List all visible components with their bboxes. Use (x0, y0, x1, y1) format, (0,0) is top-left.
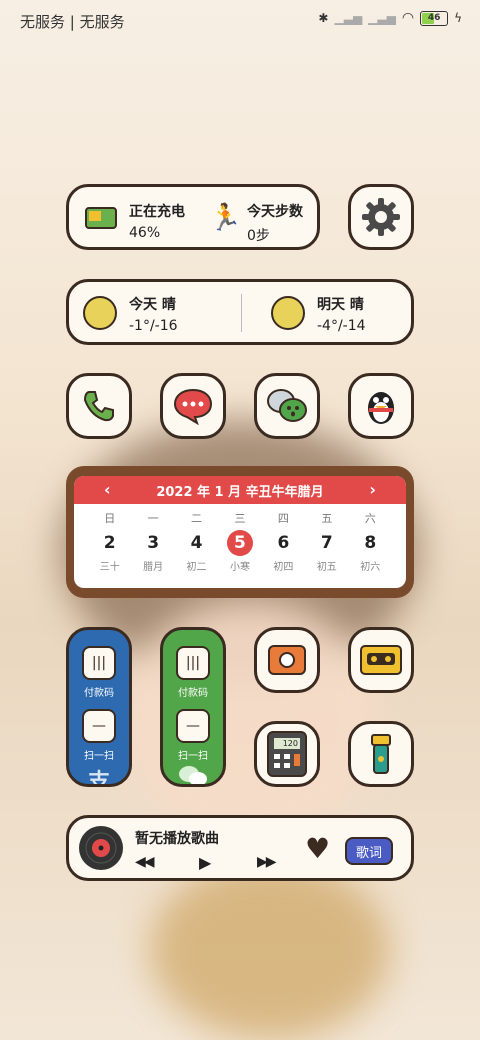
wechat-logo-icon (179, 766, 207, 784)
calendar-header: ‹ 2022 年 1 月 辛丑牛年腊月 › (74, 476, 406, 504)
wifi-icon: ◠ (401, 10, 415, 26)
phone-app[interactable] (66, 373, 132, 439)
calendar-day[interactable]: 四 6 初四 (265, 510, 301, 573)
alipay-pay-label: 付款码 (84, 688, 114, 699)
gear-icon (362, 198, 400, 236)
carrier-text: 无服务 | 无服务 (20, 13, 125, 31)
steps-value: 0步 (247, 228, 270, 244)
weather-today-label: 今天 晴 (129, 297, 176, 313)
steps-title: 今天步数 (247, 204, 303, 220)
cassette-app[interactable] (348, 627, 414, 693)
calendar-day[interactable]: 一 3 腊月 (135, 510, 171, 573)
status-bar: 无服务 | 无服务 ✱ ▁▃▅ ▁▃▅ ◠ 46 ϟ (0, 0, 480, 42)
signal-icon-2: ▁▃▅ (368, 11, 396, 25)
alipay-logo-icon: 支 (87, 770, 110, 787)
flashlight-app[interactable] (348, 721, 414, 787)
wechat-scan-label: 扫一扫 (178, 751, 208, 762)
bg-face (120, 600, 380, 840)
previous-track-icon[interactable]: ◀◀ (135, 854, 154, 870)
calendar-day[interactable]: 六 8 初六 (352, 510, 388, 573)
lyrics-button[interactable]: 歌词 (345, 837, 393, 865)
next-track-icon[interactable]: ▶▶ (257, 854, 276, 870)
wechat-icon (267, 389, 307, 422)
calendar-day[interactable]: 日 2 三十 (92, 510, 128, 573)
heart-icon[interactable]: ♥ (305, 832, 330, 865)
wechat-pay-widget[interactable]: ||| 付款码 — 扫一扫 (160, 627, 226, 787)
phone-icon (83, 391, 114, 422)
divider (241, 294, 242, 332)
play-icon[interactable]: ▶ (199, 853, 211, 872)
cassette-icon (360, 645, 402, 675)
weather-widget[interactable]: 今天 晴 -1°/-16 明天 晴 -4°/-14 (66, 279, 414, 345)
bluetooth-icon: ✱ (318, 11, 329, 25)
scan-icon[interactable]: — (82, 709, 116, 743)
qq-app[interactable] (348, 373, 414, 439)
alipay-scan-label: 扫一扫 (84, 751, 114, 762)
wallet-app[interactable] (254, 627, 320, 693)
weather-tomorrow-temp: -4°/-14 (317, 318, 366, 334)
settings-button[interactable] (348, 184, 414, 250)
wallet-icon (268, 645, 306, 675)
battery-icon: 46 (420, 10, 449, 26)
calendar-widget[interactable]: ‹ 2022 年 1 月 辛丑牛年腊月 › 日 2 三十 一 3 腊月 二 4 初二 三5小… (66, 466, 414, 598)
charge-steps-widget[interactable]: 正在充电 46% 🏃 今天步数 0步 (66, 184, 320, 250)
flashlight-icon (371, 734, 391, 774)
penguin-icon (368, 392, 394, 424)
scan-icon[interactable]: — (176, 709, 210, 743)
message-bubble-icon (173, 388, 213, 426)
wechat-app[interactable] (254, 373, 320, 439)
bg-clothes (150, 860, 390, 1040)
next-month-button[interactable]: › (369, 480, 376, 499)
charge-title: 正在充电 (129, 204, 185, 220)
charge-value: 46% (129, 225, 161, 241)
barcode-icon[interactable]: ||| (82, 646, 116, 680)
vinyl-record-icon (79, 826, 123, 870)
charging-icon: ϟ (454, 11, 462, 25)
calendar-day[interactable]: 五 7 初五 (309, 510, 345, 573)
signal-icon: ▁▃▅ (334, 11, 363, 25)
battery-charging-icon (85, 207, 117, 229)
song-title: 暂无播放歌曲 (135, 831, 219, 847)
sun-icon (271, 296, 305, 330)
calendar-day[interactable]: 二 4 初二 (179, 510, 215, 573)
calculator-icon: 120 (267, 731, 307, 777)
calculator-app[interactable]: 120 (254, 721, 320, 787)
prev-month-button[interactable]: ‹ (104, 480, 111, 499)
wechat-pay-label: 付款码 (178, 688, 208, 699)
running-icon: 🏃 (209, 203, 242, 233)
messages-app[interactable] (160, 373, 226, 439)
calendar-title: 2022 年 1 月 辛丑牛年腊月 (156, 484, 324, 500)
sun-icon (83, 296, 117, 330)
weather-today-temp: -1°/-16 (129, 318, 178, 334)
barcode-icon[interactable]: ||| (176, 646, 210, 680)
music-player-widget[interactable]: 暂无播放歌曲 ◀◀ ▶ ▶▶ ♥ 歌词 (66, 815, 414, 881)
weather-tomorrow-label: 明天 晴 (317, 297, 364, 313)
alipay-widget[interactable]: ||| 付款码 — 扫一扫 支 (66, 627, 132, 787)
calendar-day-today[interactable]: 三 5 小寒 (222, 510, 258, 573)
